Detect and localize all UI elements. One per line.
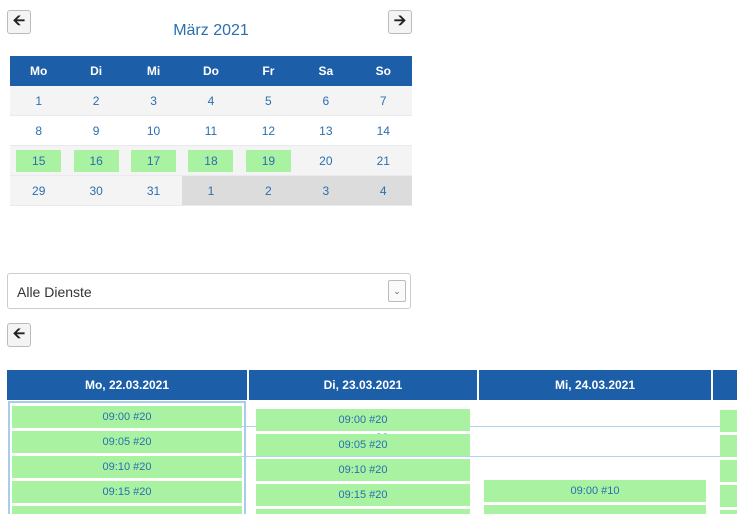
calendar-day[interactable]: 31 [124, 176, 183, 206]
arrow-right-icon: 🡪 [393, 11, 407, 29]
calendar-day[interactable]: 30 [67, 176, 125, 206]
month-calendar: Mo Di Mi Do Fr Sa So 1 2 3 4 5 6 7 8 9 1… [10, 56, 737, 457]
chevron-down-icon[interactable]: ⌄ [388, 280, 406, 302]
calendar-day[interactable]: 2 [67, 86, 125, 116]
time-slot[interactable]: 09:15 #20 [256, 484, 470, 506]
day-header: Mi, 24.03.2021 [479, 370, 712, 400]
calendar-day[interactable]: 3 [124, 86, 183, 116]
calendar-day-next-month: 1 [182, 176, 240, 206]
time-slot[interactable]: 09:00 #10 [484, 480, 706, 502]
calendar-day-available[interactable]: 16 [67, 145, 125, 176]
time-slot[interactable]: 09:05 #20 [256, 434, 470, 456]
time-slot[interactable] [256, 509, 470, 514]
weekday-header: Sa [297, 56, 355, 86]
slot-list [713, 400, 737, 514]
arrow-left-icon: 🡨 [12, 324, 26, 342]
calendar-day[interactable]: 5 [239, 86, 298, 116]
weekday-header: Do [182, 56, 240, 86]
calendar-week-row: 8 9 10 11 12 13 14 [10, 115, 412, 146]
time-slot[interactable]: 09:10 #20 [256, 459, 470, 481]
calendar-day[interactable]: 20 [297, 145, 355, 176]
next-month-button[interactable]: 🡪 [388, 10, 412, 34]
day-header [713, 370, 737, 400]
weekday-header: Fr [239, 56, 298, 86]
calendar-day[interactable]: 8 [10, 115, 68, 146]
calendar-day[interactable]: 9 [67, 115, 125, 146]
calendar-day-available[interactable]: 19 [239, 145, 298, 176]
calendar-day[interactable]: 13 [297, 115, 355, 146]
time-slot[interactable] [484, 505, 706, 514]
calendar-day-available[interactable]: 18 [182, 145, 240, 176]
time-slot[interactable] [720, 485, 737, 507]
back-button[interactable]: 🡨 [7, 323, 31, 347]
calendar-week-row: 29 30 31 1 2 3 4 [10, 176, 412, 206]
calendar-day[interactable]: 12 [239, 115, 298, 146]
time-slot[interactable] [720, 435, 737, 457]
calendar-day[interactable]: 29 [10, 176, 68, 206]
time-slot[interactable] [720, 510, 737, 514]
day-header: Di, 23.03.2021 [249, 370, 478, 400]
time-slot[interactable] [720, 460, 737, 482]
service-select-value: Alle Dienste [17, 284, 92, 300]
time-slot[interactable] [720, 410, 737, 432]
calendar-week-row: 15 16 17 18 19 20 21 [10, 145, 412, 176]
day-column: Mi, 24.03.2021 09:00 #10 [479, 370, 712, 514]
service-select[interactable]: Alle Dienste ⌄ [7, 273, 411, 309]
calendar-week-row: 1 2 3 4 5 6 7 [10, 86, 412, 116]
time-slot[interactable]: 09:00 #20 [256, 409, 470, 431]
week-view: Mo, 22.03.2021 09:00 #20 09:05 #20 09:10… [7, 370, 737, 514]
day-column: Mo, 22.03.2021 09:00 #20 09:05 #20 09:10… [7, 370, 248, 514]
calendar-day[interactable]: 4 [182, 86, 240, 116]
calendar-day[interactable]: 1 [10, 86, 68, 116]
calendar-day[interactable]: 14 [354, 115, 412, 146]
weekday-header: Di [67, 56, 125, 86]
calendar-day-next-month: 4 [354, 176, 412, 206]
day-column: Di, 23.03.2021 09:00 #20 09:05 #20 09:10… [249, 370, 478, 514]
calendar-day[interactable]: 10 [124, 115, 183, 146]
calendar-day[interactable]: 21 [354, 145, 412, 176]
calendar-day-next-month: 3 [297, 176, 355, 206]
month-title: März 2021 [173, 22, 249, 39]
slot-list: 09:00 #10 [479, 400, 712, 514]
calendar-day-next-month: 2 [239, 176, 298, 206]
day-header: Mo, 22.03.2021 [7, 370, 248, 400]
weekday-header: So [354, 56, 412, 86]
slot-list: 09:00 #20 09:05 #20 09:10 #20 09:15 #20 [249, 400, 478, 514]
weekday-header: Mi [124, 56, 183, 86]
calendar-day[interactable]: 6 [297, 86, 355, 116]
calendar-day-available[interactable]: 17 [124, 145, 183, 176]
weekday-header: Mo [10, 56, 68, 86]
calendar-day-available[interactable]: 15 [10, 145, 68, 176]
calendar-day[interactable]: 11 [182, 115, 240, 146]
day-column [713, 370, 737, 514]
selected-day-highlight [8, 401, 246, 514]
calendar-day[interactable]: 7 [354, 86, 412, 116]
